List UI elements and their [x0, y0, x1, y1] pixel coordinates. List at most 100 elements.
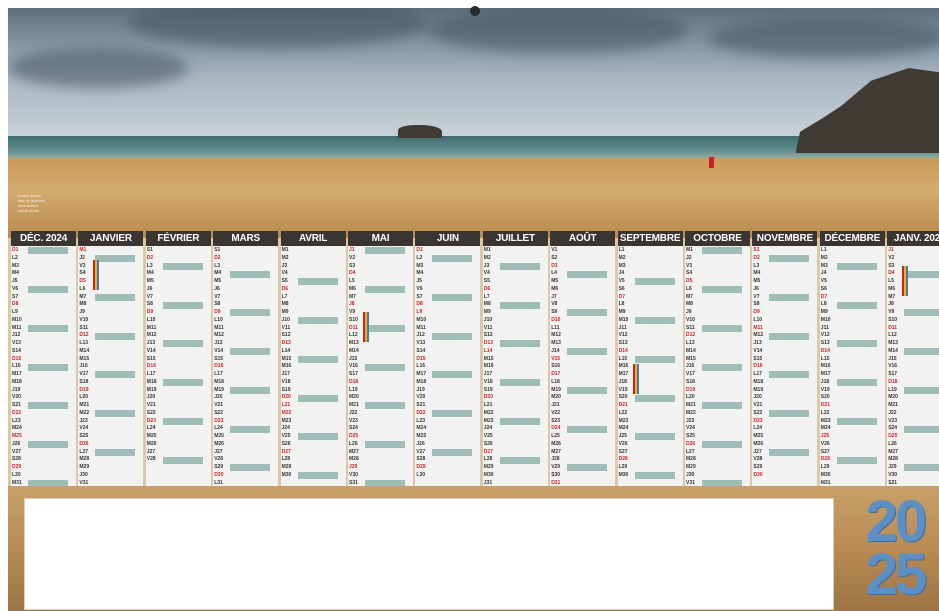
- day-row: L13: [685, 340, 750, 348]
- saint-name-cell: [904, 286, 939, 293]
- day-row: D5: [78, 278, 143, 286]
- day-row: D6: [483, 286, 548, 294]
- day-row: M28: [78, 456, 143, 464]
- day-row: M4: [415, 270, 480, 278]
- day-number: V15: [551, 355, 561, 362]
- day-row: M2: [483, 255, 548, 263]
- day-list: D1 L2 M3 M4 J5 V6 S7 D8 L9 M10 M11 J12 V13 S14 D15 L16 M…: [11, 247, 76, 489]
- day-number: V6: [416, 285, 423, 292]
- saint-name-cell: [702, 247, 742, 255]
- day-row: S27: [820, 449, 885, 457]
- day-number: V16: [888, 363, 898, 370]
- day-row: J28: [550, 456, 615, 464]
- day-row: L15: [820, 356, 885, 364]
- day-number: J17: [281, 371, 290, 377]
- day-row: L19: [348, 387, 413, 395]
- saint-name-cell: [904, 333, 939, 340]
- day-number: J16: [686, 363, 695, 370]
- day-row: J24: [483, 425, 548, 433]
- saint-name-cell: [432, 441, 472, 448]
- day-row: S5: [483, 278, 548, 286]
- saint-name-cell: [567, 472, 607, 479]
- saint-name-cell: [95, 371, 136, 379]
- day-list: V1 S2 D3 L4 M5 M6 J7 V8 S9 D10 L11 M12 M13 J14 V15 S16 D…: [550, 247, 615, 489]
- day-row: S5: [281, 278, 346, 286]
- day-number: L26: [349, 440, 358, 447]
- day-number: M22: [686, 409, 696, 416]
- saint-name-cell: [365, 426, 405, 433]
- saint-name-cell: [298, 449, 338, 456]
- day-number: M20: [349, 394, 359, 401]
- day-number: D11: [888, 324, 898, 331]
- day-number: D29: [416, 464, 426, 470]
- day-number: V23: [349, 417, 358, 424]
- day-number: L12: [888, 332, 897, 339]
- school-holiday-stripe: [906, 266, 909, 296]
- saint-name-cell: [702, 426, 742, 433]
- month-column: DÉC. 2024 D1 L2 M3 M4 J5 V6 S7 D8 L9 M10 M11 J12 V13 S…: [11, 231, 76, 489]
- day-row: V9: [887, 309, 939, 317]
- day-number: J29: [888, 464, 897, 470]
- saint-name-cell: [163, 348, 203, 355]
- saint-name-cell: [702, 418, 742, 425]
- rock-islet: [398, 125, 442, 138]
- day-number: L7: [483, 293, 490, 300]
- day-number: M11: [753, 324, 763, 331]
- day-number: M5: [753, 278, 761, 284]
- saint-name-cell: [500, 271, 540, 278]
- saint-name-cell: [432, 448, 473, 456]
- saint-name-cell: [837, 395, 877, 402]
- month-column: JANVIER M1 J2 V3 S4 D5 L6 M7 M8 J9 V10 S11 D12 L13 M14…: [78, 231, 144, 489]
- day-number: M28: [79, 456, 90, 463]
- saint-name-cell: [230, 464, 271, 472]
- day-row: M24: [11, 425, 76, 433]
- saint-name-cell: [567, 302, 607, 309]
- day-number: J24: [281, 425, 290, 432]
- saint-name-cell: [162, 301, 203, 309]
- saint-name-cell: [635, 426, 675, 433]
- saint-name-cell: [702, 348, 742, 355]
- day-row: J25: [618, 433, 683, 441]
- day-row: V19: [618, 387, 683, 395]
- day-number: V17: [79, 371, 89, 377]
- saint-name-cell: [28, 356, 68, 363]
- day-number: J15: [888, 355, 897, 362]
- day-row: D26: [685, 441, 750, 449]
- day-row: M22: [483, 410, 548, 418]
- day-number: V21: [146, 402, 156, 408]
- saint-name-cell: [769, 418, 809, 425]
- saint-name-cell: [769, 426, 809, 433]
- day-number: V12: [618, 332, 628, 339]
- month-column: MAI J1 V2 S3 D4 L5 M6 M7 J8 V9 S10 D11 L12 M13 M14 J15 V…: [348, 231, 413, 489]
- sky-photo: [8, 8, 939, 140]
- day-number: M30: [618, 471, 629, 478]
- saint-name-cell: [95, 418, 135, 425]
- day-number: M5: [214, 278, 222, 284]
- day-row: M11: [415, 325, 480, 333]
- day-number: M2: [483, 254, 491, 261]
- day-number: L28: [483, 456, 493, 463]
- day-number: J6: [214, 285, 220, 292]
- day-list: D1 L2 M3 M4 J5 V6 S7 D8 L9 M10 M11 J12 V13 S14 D15 L16 M…: [415, 247, 480, 489]
- day-row: L10: [213, 317, 278, 325]
- day-row: M15: [281, 356, 346, 364]
- day-row: J5: [415, 278, 480, 286]
- day-row: L13: [78, 340, 143, 348]
- day-number: J26: [416, 440, 425, 447]
- day-number: L10: [214, 316, 223, 323]
- day-row: M11: [11, 325, 76, 333]
- saint-name-cell: [230, 302, 270, 309]
- saint-name-cell: [365, 356, 405, 363]
- day-number: J22: [888, 409, 897, 416]
- day-row: M8: [685, 301, 750, 309]
- day-row: M5: [146, 278, 211, 286]
- day-row: J7: [550, 294, 615, 302]
- day-number: D27: [281, 448, 291, 455]
- day-row: D29: [11, 464, 76, 472]
- saint-name-cell: [365, 263, 405, 270]
- day-number: M15: [79, 355, 90, 362]
- day-number: D22: [416, 409, 426, 416]
- day-row: J22: [887, 410, 939, 418]
- day-number: M27: [349, 448, 359, 455]
- day-row: S15: [213, 356, 278, 364]
